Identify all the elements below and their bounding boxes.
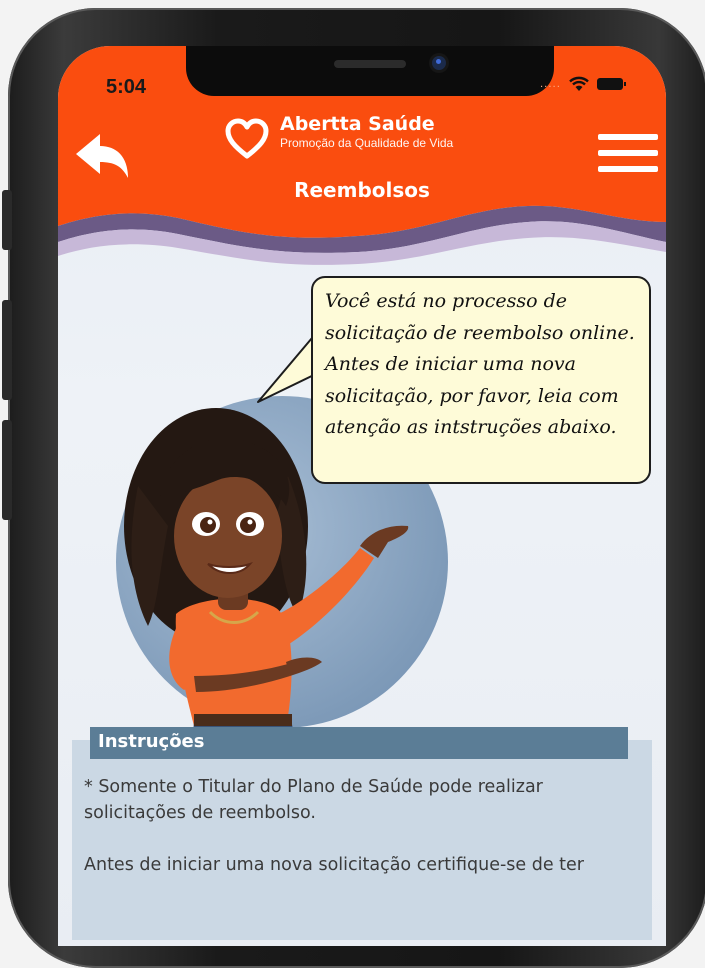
speech-line: atenção as intstruções abaixo. [325, 416, 617, 438]
page-title: Reembolsos [294, 178, 430, 202]
phone-notch [186, 46, 554, 96]
brand-logo: Abertta Saúde Promoção da Qualidade de V… [224, 112, 453, 160]
battery-icon [596, 78, 626, 90]
speech-bubble: Você está no processo de solicitação de … [311, 276, 651, 484]
menu-icon-bar [598, 166, 658, 172]
app-header: 5:04 ..... Abertta Saúde Promoção da Qua… [58, 46, 666, 286]
status-time: 5:04 [106, 76, 147, 98]
speech-line: Antes de iniciar uma nova [325, 353, 576, 375]
status-icons: ..... [540, 76, 626, 92]
wifi-icon [569, 76, 589, 91]
back-arrow-icon [76, 134, 128, 178]
mute-switch [2, 190, 12, 250]
menu-button[interactable] [598, 134, 658, 180]
speech-line: Você está no processo de [325, 290, 568, 312]
brand-name: Abertta Saúde [280, 113, 435, 135]
volume-down-button [2, 420, 12, 520]
speech-line: solicitação de reembolso online. [325, 321, 635, 344]
volume-up-button [2, 300, 12, 400]
menu-icon-bar [598, 134, 658, 140]
instruction-item: * Somente o Titular do Plano de Saúde po… [84, 777, 543, 823]
speech-line: solicitação, por favor, leia com [325, 384, 619, 407]
menu-icon-bar [598, 150, 658, 156]
instructions-title: Instruções [90, 727, 628, 759]
instruction-item: Antes de iniciar uma nova solicitação ce… [84, 855, 585, 875]
brand-tagline: Promoção da Qualidade de Vida [280, 136, 454, 150]
signal-icon: ..... [540, 78, 561, 90]
instructions-card [72, 740, 652, 940]
back-button[interactable] [72, 132, 132, 182]
front-camera [432, 56, 446, 70]
speaker-grille [334, 60, 406, 68]
heart-icon [225, 118, 269, 159]
